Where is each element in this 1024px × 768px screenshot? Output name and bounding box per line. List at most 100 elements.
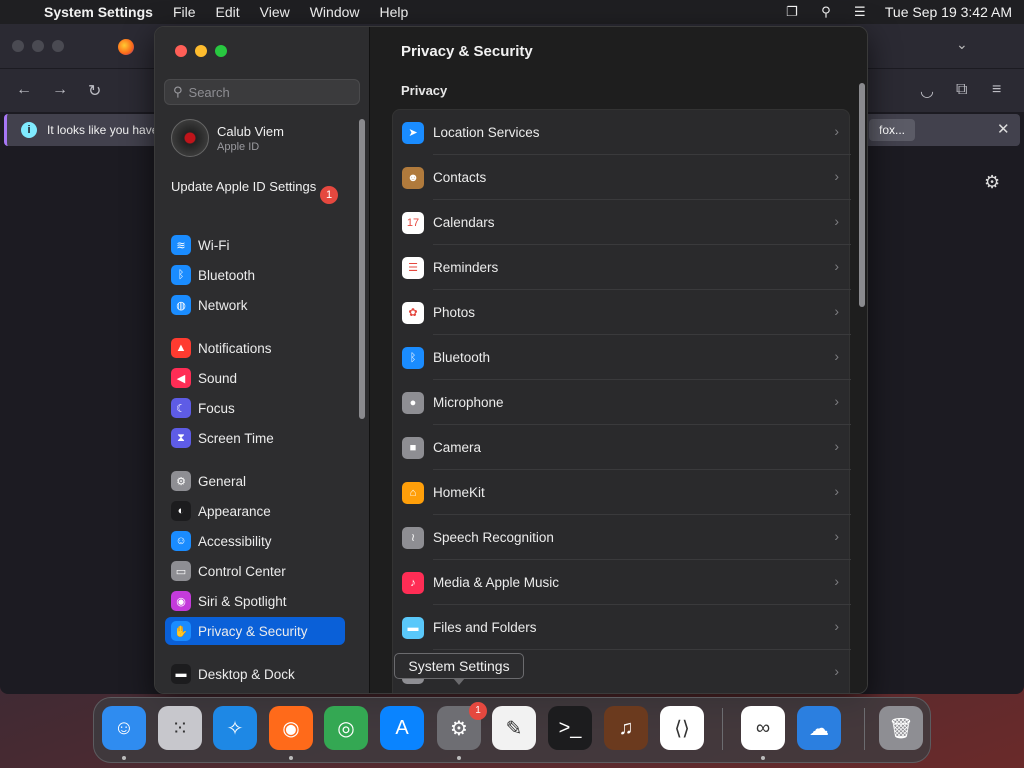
privacy-row-speech-recognition[interactable]: ≀ Speech Recognition › — [393, 515, 851, 560]
privacy-row-microphone[interactable]: ● Microphone › — [393, 380, 851, 425]
privacy-row-contacts[interactable]: ☻ Contacts › — [393, 155, 851, 200]
window-zoom-button[interactable] — [215, 45, 227, 57]
siri-icon: ◉ — [171, 591, 191, 611]
spotlight-search-icon[interactable]: ⚲ — [817, 4, 835, 19]
hourglass-icon: ⧗ — [171, 428, 191, 448]
privacy-row-reminders[interactable]: ☰ Reminders › — [393, 245, 851, 290]
folder-icon: ▬ — [402, 616, 424, 639]
apple-id-account[interactable]: Calub Viem Apple ID — [171, 119, 284, 157]
back-arrow-icon[interactable]: ← — [16, 81, 32, 99]
extensions-icon[interactable]: ⧉ — [956, 81, 967, 99]
privacy-row-camera[interactable]: ■ Camera › — [393, 425, 851, 470]
weather-icon[interactable]: ☁ — [797, 706, 841, 750]
visual-studio-icon[interactable]: ∞ — [741, 706, 785, 750]
screen-mirroring-icon[interactable]: ❐ — [783, 4, 801, 19]
settings-content: Privacy & Security Privacy ➤ Location Ser… — [371, 27, 867, 693]
sidebar-item-label: Sound — [198, 370, 238, 386]
sidebar-item-label: Network — [198, 297, 248, 313]
sidebar-item-control-center[interactable]: ▭ Control Center — [165, 557, 345, 585]
textedit-icon[interactable]: ✎ — [492, 706, 536, 750]
sidebar-item-appearance[interactable]: ◐ Appearance — [165, 497, 345, 525]
firefox-tab-icon[interactable] — [118, 39, 134, 55]
privacy-row-label: Speech Recognition — [433, 530, 554, 545]
window-close-button[interactable] — [175, 45, 187, 57]
sidebar-item-wi-fi[interactable]: ≋ Wi-Fi — [165, 231, 345, 259]
update-apple-id-settings[interactable]: Update Apple ID Settings 1 — [171, 179, 351, 204]
notice-text: It looks like you have — [47, 123, 159, 137]
browser-zoom-dot[interactable] — [52, 40, 64, 52]
privacy-row-photos[interactable]: ✿ Photos › — [393, 290, 851, 335]
sidebar-item-siri-spotlight[interactable]: ◉ Siri & Spotlight — [165, 587, 345, 615]
notice-action-button[interactable]: fox... — [869, 119, 916, 141]
sidebar-item-label: Control Center — [198, 563, 286, 579]
pocket-icon[interactable]: ◡ — [920, 81, 934, 101]
menu-edit[interactable]: Edit — [216, 4, 240, 20]
window-minimize-button[interactable] — [195, 45, 207, 57]
privacy-row-homekit[interactable]: ⌂ HomeKit › — [393, 470, 851, 515]
menu-file[interactable]: File — [173, 4, 196, 20]
reload-icon[interactable]: ↻ — [88, 81, 101, 101]
dock-running-indicator — [289, 756, 293, 760]
hamburger-menu-icon[interactable]: ≡ — [992, 81, 1001, 99]
search-icon: ⚲ — [173, 84, 183, 99]
forward-arrow-icon[interactable]: → — [52, 81, 68, 99]
app-store-icon[interactable]: A — [380, 706, 424, 750]
browser-minimize-dot[interactable] — [32, 40, 44, 52]
bell-icon: ▲ — [171, 338, 191, 358]
sidebar-item-privacy-security[interactable]: ✋ Privacy & Security — [165, 617, 345, 645]
terminal-icon[interactable]: >_ — [548, 706, 592, 750]
privacy-row-calendars[interactable]: 17 Calendars › — [393, 200, 851, 245]
dock-running-indicator — [122, 756, 126, 760]
control-center-icon[interactable]: ☰ — [851, 4, 869, 19]
tab-list-chevron-icon[interactable]: ⌄ — [956, 36, 968, 53]
content-scrollbar[interactable] — [859, 83, 865, 307]
sidebar-item-desktop-dock[interactable]: ▬ Desktop & Dock — [165, 660, 345, 688]
sidebar-item-bluetooth[interactable]: ᛒ Bluetooth — [165, 261, 345, 289]
update-badge: 1 — [320, 186, 338, 204]
sidebar-item-focus[interactable]: ☾ Focus — [165, 394, 345, 422]
safari-icon[interactable]: ✧ — [213, 706, 257, 750]
trash-icon[interactable]: 🗑 — [879, 706, 923, 750]
privacy-row-label: HomeKit — [433, 485, 485, 500]
sidebar-item-label: Siri & Spotlight — [198, 593, 287, 609]
privacy-row-location-services[interactable]: ➤ Location Services › — [393, 110, 851, 155]
vscode-icon[interactable]: ⟨⟩ — [660, 706, 704, 750]
sidebar-item-sound[interactable]: ◀ Sound — [165, 364, 345, 392]
browser-close-dot[interactable] — [12, 40, 24, 52]
menu-clock[interactable]: Tue Sep 19 3:42 AM — [885, 4, 1012, 20]
menu-window[interactable]: Window — [310, 4, 360, 20]
system-settings-icon[interactable]: ⚙ 1 — [437, 702, 487, 750]
privacy-row-label: Contacts — [433, 170, 487, 185]
sidebar-item-label: Screen Time — [198, 430, 274, 446]
menu-app-name[interactable]: System Settings — [44, 4, 153, 20]
globe-icon: ◍ — [171, 295, 191, 315]
firefox-icon[interactable]: ◉ — [269, 706, 313, 750]
chrome-icon[interactable]: ◎ — [324, 706, 368, 750]
sidebar-item-general[interactable]: ⚙ General — [165, 467, 345, 495]
garageband-icon[interactable]: ♫ — [604, 706, 648, 750]
sidebar-scrollbar[interactable] — [359, 119, 365, 419]
sidebar-search-field[interactable]: ⚲ — [164, 79, 360, 105]
notice-close-icon[interactable]: ✕ — [997, 120, 1010, 138]
privacy-row-label: Microphone — [433, 395, 504, 410]
sidebar-item-label: Focus — [198, 400, 235, 416]
sidebar-item-screen-time[interactable]: ⧗ Screen Time — [165, 424, 345, 452]
sidebar-item-network[interactable]: ◍ Network — [165, 291, 345, 319]
privacy-row-media-apple-music[interactable]: ♪ Media & Apple Music › — [393, 560, 851, 605]
location-arrow-icon: ➤ — [402, 121, 424, 144]
chevron-right-icon: › — [834, 258, 839, 274]
menu-help[interactable]: Help — [380, 4, 409, 20]
menu-view[interactable]: View — [260, 4, 290, 20]
sidebar-item-accessibility[interactable]: ☺ Accessibility — [165, 527, 345, 555]
finder-icon[interactable]: ☺ — [102, 706, 146, 750]
sidebar-item-label: Accessibility — [198, 533, 272, 549]
privacy-row-bluetooth[interactable]: ᛒ Bluetooth › — [393, 335, 851, 380]
page-settings-gear-icon[interactable]: ⚙ — [984, 172, 1000, 193]
page-title: Privacy & Security — [401, 43, 533, 60]
search-input[interactable] — [188, 84, 339, 100]
sidebar-item-label: Privacy & Security — [198, 623, 308, 639]
sidebar-item-notifications[interactable]: ▲ Notifications — [165, 334, 345, 362]
privacy-row-files-and-folders[interactable]: ▬ Files and Folders › — [393, 605, 851, 650]
launchpad-icon[interactable]: ⁙ — [158, 706, 202, 750]
dock-badge: 1 — [469, 702, 487, 720]
